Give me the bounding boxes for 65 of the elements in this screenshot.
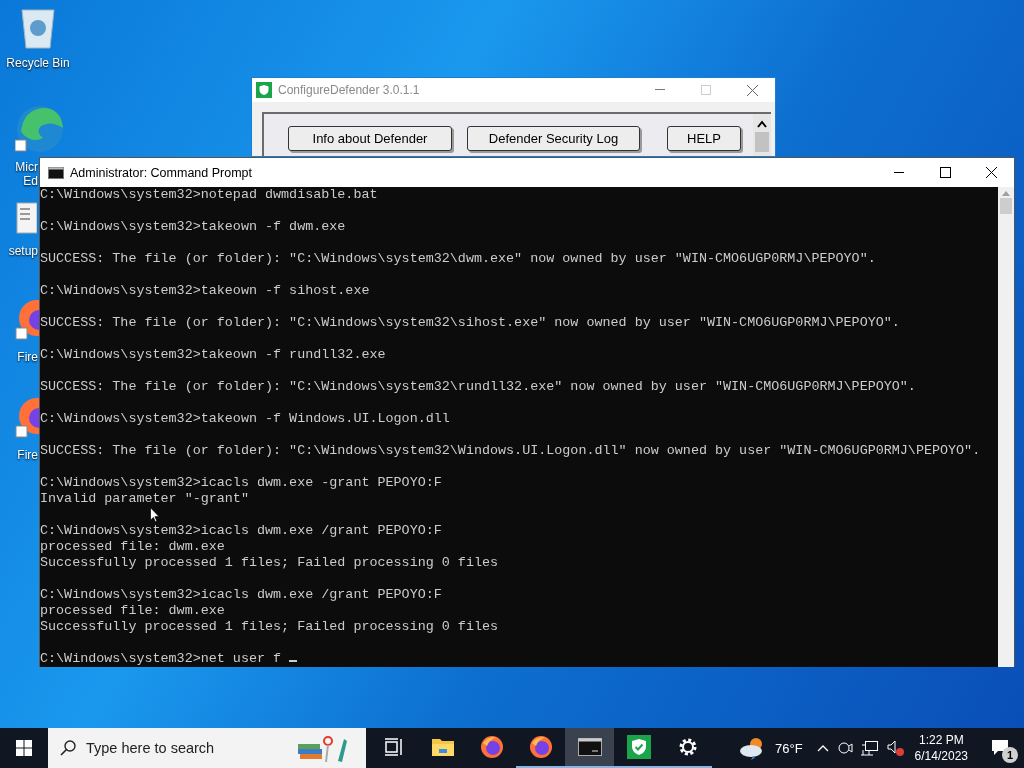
- minimize-icon[interactable]: [655, 89, 665, 91]
- console-line: SUCCESS: The file (or folder): "C:\Windows\system32\sihost.exe" now owned by user "WIN-CMO6UGP0RMJ\PEPOYO".: [40, 315, 900, 331]
- search-input[interactable]: Type here to search: [84, 739, 288, 757]
- console-line: C:\Windows\system32>takeown -f Windows.UI.Logon.dll: [40, 411, 450, 427]
- console-line: C:\Windows\system32>net user f: [40, 651, 283, 666]
- school-supplies-drawing: [296, 733, 348, 763]
- firefox-icon[interactable]: [527, 734, 554, 760]
- command-prompt-icon: [48, 166, 64, 179]
- scrollbar[interactable]: [998, 187, 1014, 667]
- edge-browser-icon[interactable]: [15, 104, 65, 154]
- console-line: SUCCESS: The file (or folder): "C:\Windows\system32\Windows.UI.Logon.dll" now owned by user "WIN-CMO6UGP0RMJ\PEPOYO".: [40, 443, 981, 459]
- search-icon: [60, 740, 76, 756]
- maximize-icon[interactable]: [939, 167, 951, 178]
- console-line: processed file: dwm.exe: [40, 603, 225, 619]
- window-title: ConfigureDefender 3.0.1.1: [278, 83, 421, 97]
- close-icon[interactable]: [985, 167, 997, 178]
- console-line: SUCCESS: The file (or folder): "C:\Windows\system32\dwm.exe" now owned by user "WIN-CMO6UGP0RMJ\PEPOYO".: [40, 251, 876, 267]
- folder-icon[interactable]: [430, 737, 455, 757]
- text-cursor-icon: [289, 660, 298, 662]
- console-line: Invalid parameter "-grant": [40, 491, 249, 507]
- console-line: C:\Windows\system32>icacls dwm.exe /grant PEPOYO:F: [40, 523, 442, 539]
- search-box[interactable]: Type here to search: [48, 728, 366, 768]
- icon-label: setup: [7, 244, 38, 258]
- notification-count: 1: [1002, 747, 1018, 763]
- firefox-icon[interactable]: [478, 734, 505, 760]
- muted-speaker-icon[interactable]: [886, 740, 905, 756]
- windows-start-icon[interactable]: [16, 740, 32, 756]
- icon-label: Micr Ed: [14, 160, 38, 188]
- recycle-bin-icon[interactable]: [18, 6, 58, 50]
- notification-icon[interactable]: [991, 739, 1009, 757]
- chevron-up-icon[interactable]: [816, 744, 829, 752]
- console-line: C:\Windows\system32>takeown -f rundll32.exe: [40, 347, 386, 363]
- action-button[interactable]: Info about Defender: [288, 126, 452, 151]
- command-prompt-icon[interactable]: [577, 738, 602, 756]
- icon-label: Fire: [16, 448, 38, 462]
- shield-check-icon: [256, 82, 272, 98]
- action-button[interactable]: HELP: [667, 126, 741, 151]
- console-line: C:\Windows\system32>takeown -f dwm.exe: [40, 219, 346, 235]
- console-line: Successfully processed 1 files; Failed processing 0 files: [40, 619, 499, 635]
- camera-icon[interactable]: [836, 740, 853, 756]
- icon-label: Fire: [16, 350, 38, 364]
- icon-label: Recycle Bin: [6, 56, 70, 70]
- mouse-pointer-icon: [150, 507, 160, 523]
- temperature[interactable]: 76°F: [775, 740, 803, 756]
- shield-check-icon[interactable]: [626, 735, 651, 759]
- window-title: Administrator: Command Prompt: [70, 165, 253, 180]
- console-line: C:\Windows\system32>notepad dwmdisable.bat: [40, 187, 378, 203]
- console-line: SUCCESS: The file (or folder): "C:\Windows\system32\rundll32.exe" now owned by user "WIN-CMO6UGP0RMJ\PEPOYO".: [40, 379, 916, 395]
- scrollbar-thumb[interactable]: [755, 132, 769, 152]
- scrollbar-thumb[interactable]: [1000, 198, 1012, 214]
- network-icon[interactable]: [860, 740, 879, 756]
- scroll-up-icon[interactable]: [757, 120, 767, 128]
- task-view-icon[interactable]: [383, 738, 404, 756]
- console-line: processed file: dwm.exe: [40, 539, 225, 555]
- console-line: Successfully processed 1 files; Failed processing 0 files: [40, 555, 499, 571]
- action-button[interactable]: Defender Security Log: [467, 126, 640, 151]
- console-line: C:\Windows\system32>icacls dwm.exe /grant PEPOYO:F: [40, 587, 442, 603]
- clock-time[interactable]: 1:22 PM: [918, 732, 964, 748]
- clock-date[interactable]: 6/14/2023: [914, 748, 968, 764]
- taskbar-app[interactable]: [565, 728, 614, 768]
- maximize-icon: [701, 85, 711, 95]
- scrollbar[interactable]: [753, 114, 771, 156]
- console-line: C:\Windows\system32>takeown -f sihost.exe: [40, 283, 370, 299]
- console-line: C:\Windows\system32>icacls dwm.exe -grant PEPOYO:F: [40, 475, 442, 491]
- setup-file-icon[interactable]: [15, 202, 37, 234]
